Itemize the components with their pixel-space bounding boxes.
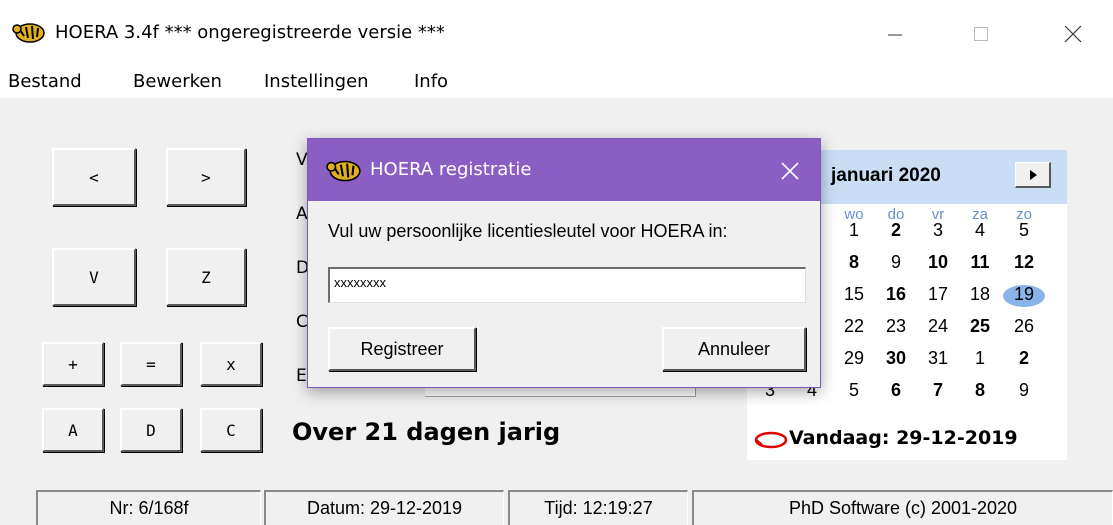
x-button[interactable]: x xyxy=(200,342,262,386)
today-label[interactable]: Vandaag: 29-12-2019 xyxy=(789,427,1018,449)
menu-bestand[interactable]: Bestand xyxy=(8,71,82,92)
tiger-logo-icon xyxy=(12,23,45,43)
calendar-day[interactable]: 30 xyxy=(881,348,911,369)
calendar-month-label: januari 2020 xyxy=(831,165,941,186)
dialog-title-bar: HOERA registratie xyxy=(308,139,820,201)
menu-info[interactable]: Info xyxy=(414,71,448,92)
calendar-day[interactable]: 8 xyxy=(965,380,995,401)
calendar-day[interactable]: 19 xyxy=(1009,284,1039,305)
calendar-day[interactable]: 31 xyxy=(923,348,953,369)
minimize-button[interactable] xyxy=(872,14,918,54)
license-key-input[interactable]: xxxxxxxx xyxy=(328,267,806,303)
tiger-logo-icon xyxy=(326,160,361,182)
calendar-day[interactable]: 24 xyxy=(923,316,953,337)
field-label-a: A xyxy=(296,204,308,224)
calendar-day[interactable]: 2 xyxy=(881,220,911,241)
today-marker-icon xyxy=(754,431,788,449)
calendar-day[interactable]: 3 xyxy=(923,220,953,241)
maximize-icon xyxy=(974,27,988,41)
plus-button[interactable]: + xyxy=(42,342,104,386)
calendar-day[interactable]: 12 xyxy=(1009,252,1039,273)
calendar-day[interactable]: 18 xyxy=(965,284,995,305)
a-button[interactable]: A xyxy=(42,408,104,452)
window-title: HOERA 3.4f *** ongeregistreerde versie *… xyxy=(55,22,445,43)
c-button[interactable]: C xyxy=(200,408,262,452)
registration-dialog: HOERA registratie Vul uw persoonlijke li… xyxy=(307,138,821,388)
calendar-day[interactable]: 29 xyxy=(839,348,869,369)
triangle-right-icon xyxy=(1029,169,1037,180)
z-button[interactable]: Z xyxy=(166,248,246,306)
status-nr: Nr: 6/168f xyxy=(36,490,261,525)
close-button[interactable] xyxy=(1050,14,1096,54)
d-button[interactable]: D xyxy=(120,408,182,452)
close-icon xyxy=(1064,25,1082,43)
calendar-next-button[interactable] xyxy=(1015,162,1051,188)
calendar-day[interactable]: 9 xyxy=(1009,380,1039,401)
dialog-close-button[interactable] xyxy=(770,153,810,189)
license-prompt: Vul uw persoonlijke licentiesleutel voor… xyxy=(328,221,728,241)
maximize-button[interactable] xyxy=(958,14,1004,54)
calendar-day[interactable]: 17 xyxy=(923,284,953,305)
field-label-e: E xyxy=(296,366,307,386)
status-tijd: Tijd: 12:19:27 xyxy=(508,490,688,525)
minimize-icon xyxy=(888,34,902,36)
calendar-day[interactable]: 16 xyxy=(881,284,911,305)
calendar-day[interactable]: 5 xyxy=(839,380,869,401)
calendar-day[interactable]: 8 xyxy=(839,252,869,273)
register-button[interactable]: Registreer xyxy=(328,327,476,371)
field-label-v: V xyxy=(296,150,308,170)
menu-instellingen[interactable]: Instellingen xyxy=(264,71,369,92)
birthday-countdown: Over 21 dagen jarig xyxy=(292,418,561,446)
calendar-day[interactable]: 1 xyxy=(839,220,869,241)
calendar-day[interactable]: 10 xyxy=(923,252,953,273)
title-bar: HOERA 3.4f *** ongeregistreerde versie *… xyxy=(0,0,1113,66)
status-copyright: PhD Software (c) 2001-2020 xyxy=(692,490,1113,525)
menu-bar: Bestand Bewerken Instellingen Info xyxy=(0,66,1113,98)
calendar-day[interactable]: 22 xyxy=(839,316,869,337)
calendar-day[interactable]: 15 xyxy=(839,284,869,305)
close-icon xyxy=(781,162,799,180)
cancel-button[interactable]: Annuleer xyxy=(662,327,806,371)
calendar-day[interactable]: 4 xyxy=(965,220,995,241)
calendar-day[interactable]: 9 xyxy=(881,252,911,273)
calendar-day[interactable]: 25 xyxy=(965,316,995,337)
status-datum: Datum: 29-12-2019 xyxy=(264,490,504,525)
calendar-day[interactable]: 6 xyxy=(881,380,911,401)
equals-button[interactable]: = xyxy=(120,342,182,386)
calendar-day[interactable]: 7 xyxy=(923,380,953,401)
calendar-day[interactable]: 26 xyxy=(1009,316,1039,337)
next-button[interactable]: > xyxy=(166,148,246,206)
calendar-day[interactable]: 11 xyxy=(965,252,995,273)
v-button[interactable]: V xyxy=(52,248,136,306)
calendar-day[interactable]: 2 xyxy=(1009,348,1039,369)
menu-bewerken[interactable]: Bewerken xyxy=(133,71,222,92)
previous-button[interactable]: < xyxy=(52,148,136,206)
calendar-day[interactable]: 1 xyxy=(965,348,995,369)
dialog-title: HOERA registratie xyxy=(370,159,532,180)
calendar-day[interactable]: 5 xyxy=(1009,220,1039,241)
calendar-day[interactable]: 23 xyxy=(881,316,911,337)
